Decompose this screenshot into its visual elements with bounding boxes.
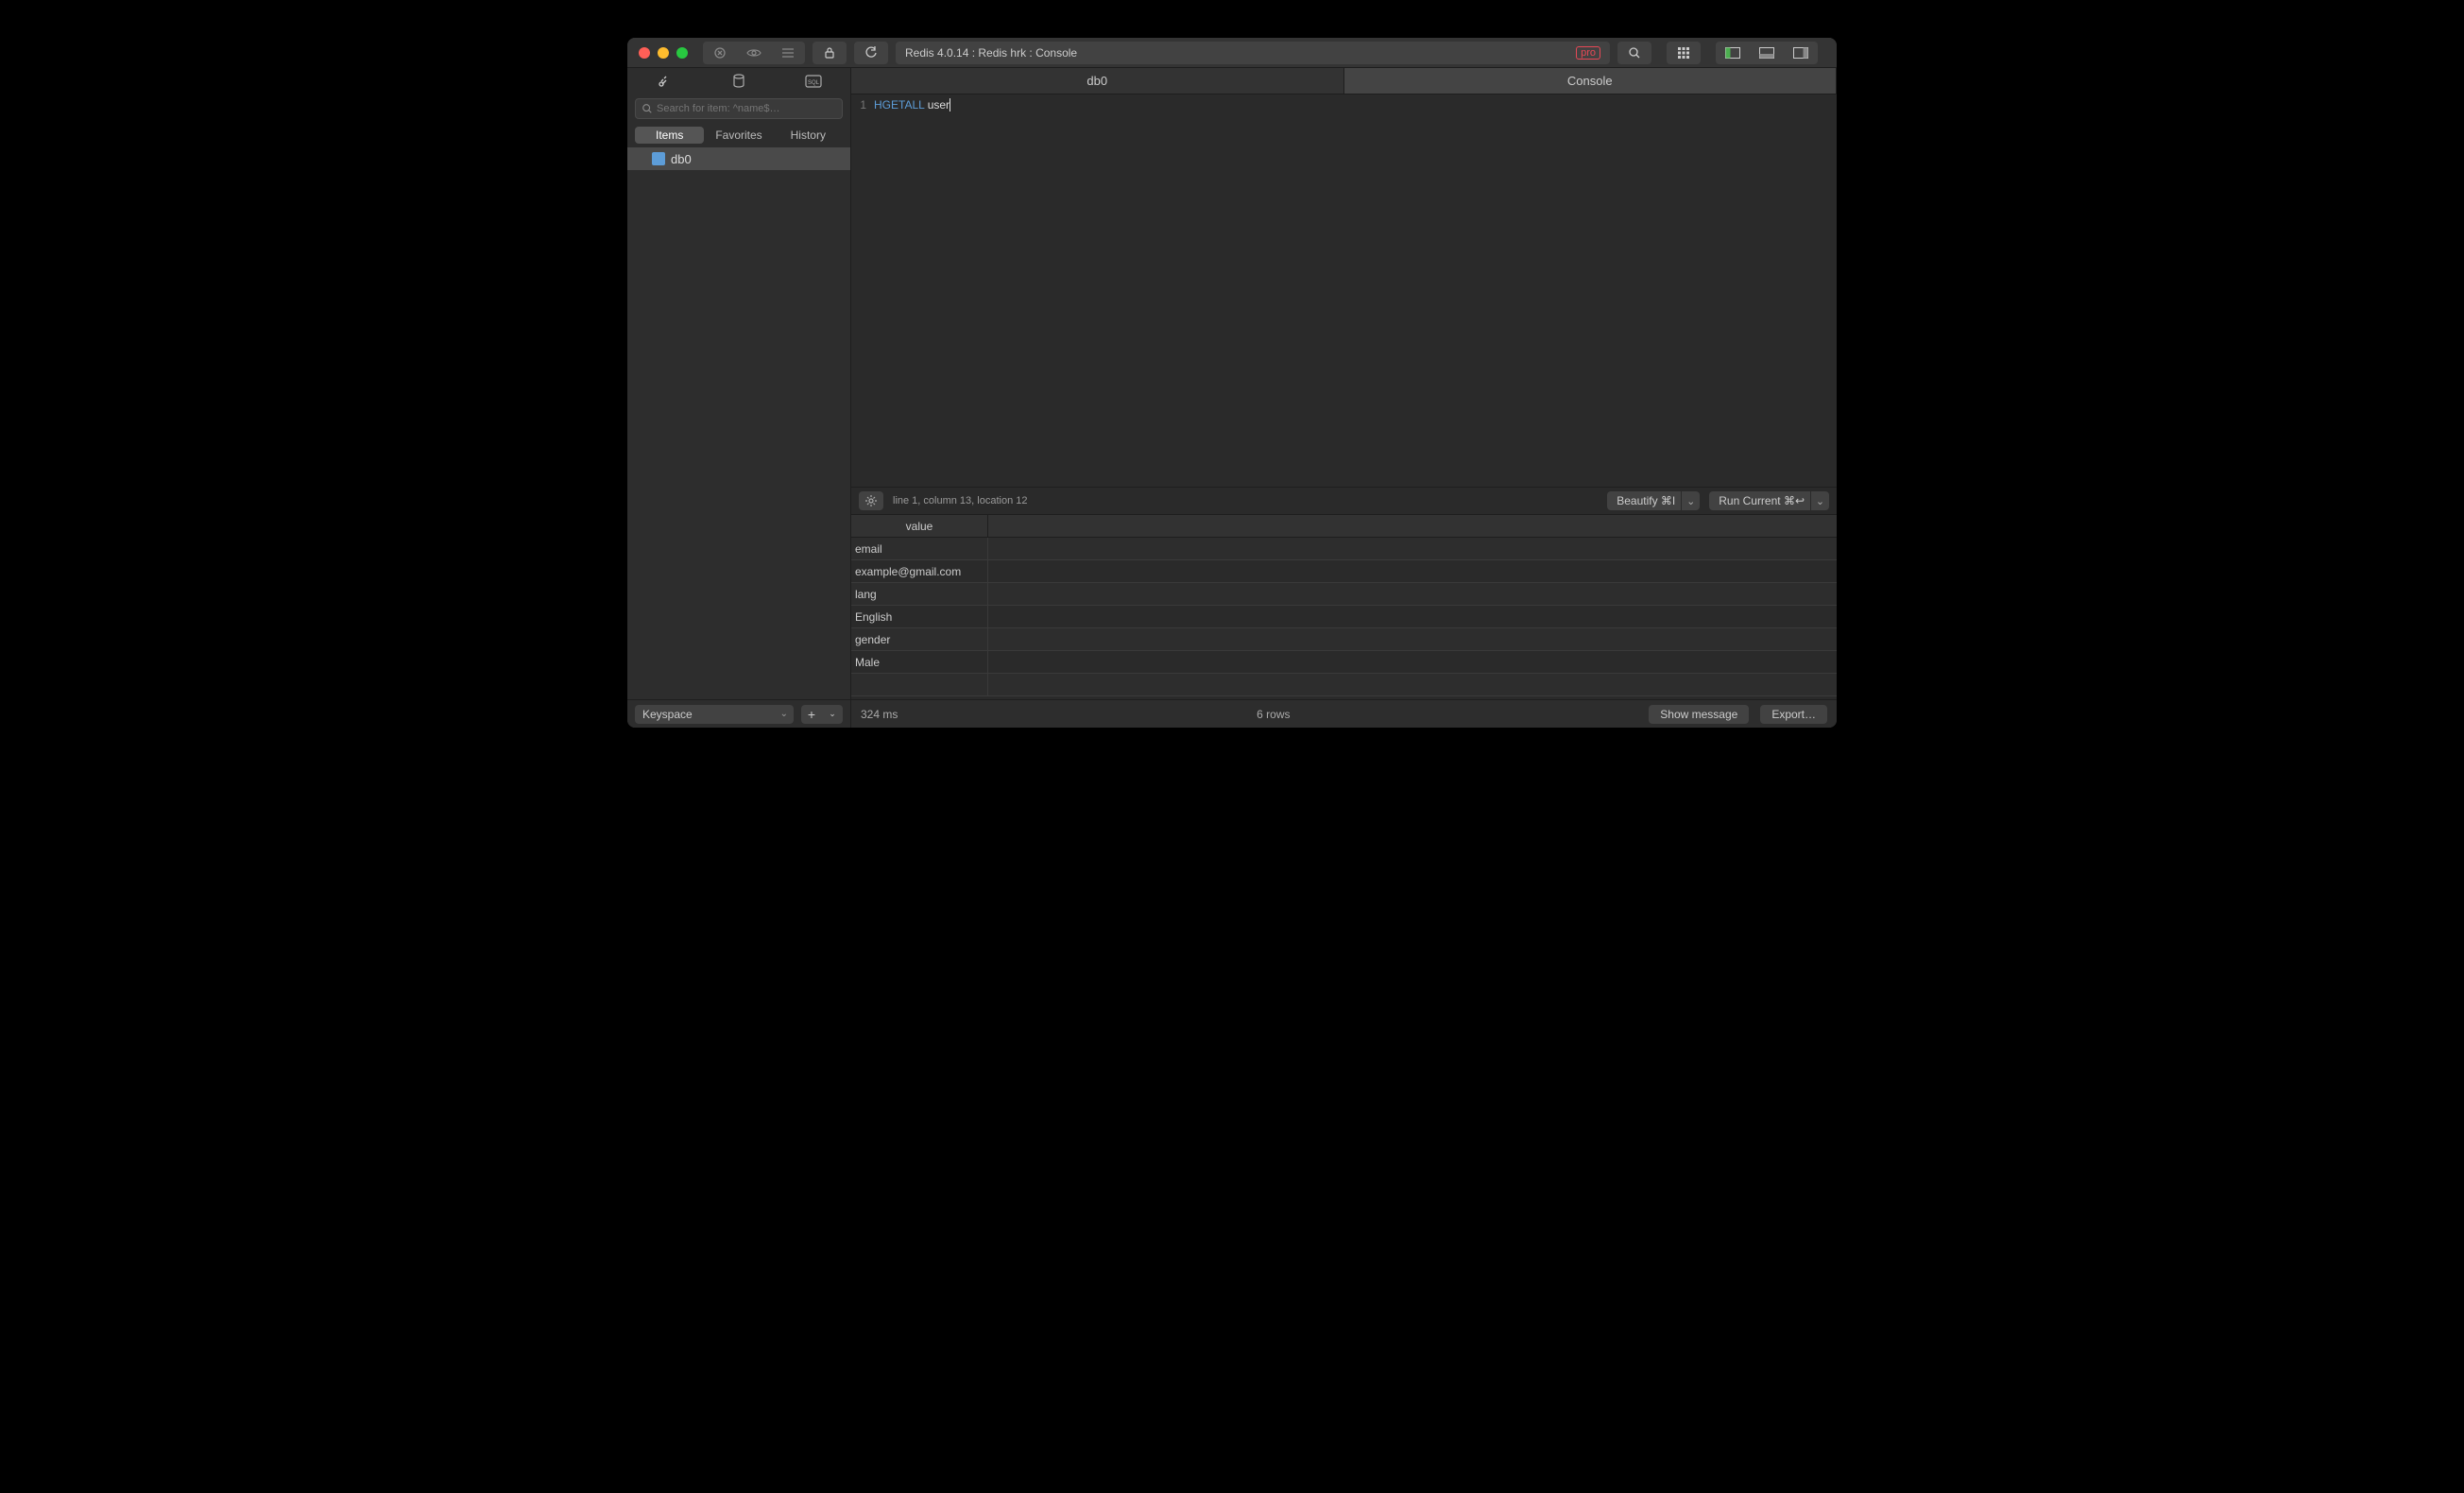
keyspace-select[interactable]: Keyspace: [635, 705, 794, 724]
cell: email: [851, 538, 988, 559]
layout-bottom-icon[interactable]: [1750, 42, 1784, 64]
tab-favorites[interactable]: Favorites: [704, 127, 773, 144]
keyword: HGETALL: [874, 98, 924, 112]
table-row[interactable]: email: [851, 538, 1837, 560]
editor-location: line 1, column 13, location 12: [893, 495, 1027, 506]
keyspace-select-label: Keyspace: [642, 708, 693, 721]
sidebar-item-db0[interactable]: db0: [627, 147, 850, 170]
titlebar-right: [1617, 42, 1825, 64]
content: db0 Console 1 HGETALL user line 1, colum…: [851, 68, 1837, 728]
results-body[interactable]: email example@gmail.com lang English gen…: [851, 538, 1837, 699]
sql-icon[interactable]: SQL: [776, 68, 850, 94]
code[interactable]: HGETALL user: [870, 94, 1837, 487]
close-window-button[interactable]: [639, 47, 650, 59]
table-row[interactable]: example@gmail.com: [851, 560, 1837, 583]
database-icon[interactable]: [702, 68, 777, 94]
search-input[interactable]: [657, 103, 836, 114]
cell: English: [851, 606, 988, 627]
gear-icon[interactable]: [859, 491, 883, 510]
app-window: Redis 4.0.14 : Redis hrk : Console pro: [627, 38, 1837, 728]
table-row[interactable]: Male: [851, 651, 1837, 674]
lock-icon[interactable]: [813, 42, 847, 64]
tab-console[interactable]: Console: [1344, 68, 1838, 94]
pro-badge: pro: [1576, 46, 1600, 60]
table-row[interactable]: English: [851, 606, 1837, 628]
editor-bar: line 1, column 13, location 12 Beautify …: [851, 487, 1837, 515]
code-arg: user: [928, 98, 950, 112]
beautify-button[interactable]: Beautify ⌘I: [1607, 491, 1685, 510]
layout-group: [1716, 42, 1818, 64]
sidebar-items: db0: [627, 147, 850, 699]
search-icon[interactable]: [1617, 42, 1651, 64]
beautify-dropdown[interactable]: ⌄: [1681, 491, 1700, 510]
cell: [851, 674, 988, 695]
results-header: value: [851, 515, 1837, 538]
add-dropdown[interactable]: ⌄: [822, 705, 843, 724]
results: value email example@gmail.com lang Engli…: [851, 515, 1837, 699]
traffic-lights: [639, 47, 688, 59]
results-header-value[interactable]: value: [851, 515, 988, 537]
layout-left-icon[interactable]: [1716, 42, 1750, 64]
table-row: [851, 674, 1837, 696]
sidebar-footer: Keyspace + ⌄: [627, 699, 850, 728]
editor[interactable]: 1 HGETALL user: [851, 94, 1837, 487]
cancel-icon[interactable]: [703, 42, 737, 64]
plug-icon[interactable]: [627, 68, 702, 94]
add-group: + ⌄: [801, 705, 843, 724]
cell: Male: [851, 651, 988, 673]
sidebar: SQL Items Favorites History db0 Key: [627, 68, 851, 728]
window-title: Redis 4.0.14 : Redis hrk : Console pro: [896, 42, 1610, 64]
minimize-window-button[interactable]: [658, 47, 669, 59]
window-title-text: Redis 4.0.14 : Redis hrk : Console: [905, 46, 1077, 60]
content-tabs: db0 Console: [851, 68, 1837, 94]
sidebar-search[interactable]: [635, 98, 843, 119]
status-elapsed: 324 ms: [861, 708, 898, 721]
cell: gender: [851, 628, 988, 650]
apps-icon[interactable]: [1667, 42, 1701, 64]
add-button[interactable]: +: [801, 705, 822, 724]
show-message-button[interactable]: Show message: [1649, 705, 1749, 724]
statusbar: 324 ms 6 rows Show message Export…: [851, 699, 1837, 728]
cell: lang: [851, 583, 988, 605]
maximize-window-button[interactable]: [676, 47, 688, 59]
status-rows: 6 rows: [909, 708, 1637, 721]
sidebar-item-label: db0: [671, 152, 692, 166]
run-button[interactable]: Run Current ⌘↩: [1709, 491, 1814, 510]
main: SQL Items Favorites History db0 Key: [627, 68, 1837, 728]
export-button[interactable]: Export…: [1760, 705, 1827, 724]
table-row[interactable]: gender: [851, 628, 1837, 651]
tab-items[interactable]: Items: [635, 127, 704, 144]
line-number: 1: [851, 98, 866, 112]
run-dropdown[interactable]: ⌄: [1810, 491, 1829, 510]
titlebar: Redis 4.0.14 : Redis hrk : Console pro: [627, 38, 1837, 68]
toolbar-group-1: [703, 42, 805, 64]
tab-db0[interactable]: db0: [851, 68, 1344, 94]
table-icon: [652, 152, 665, 165]
sidebar-tabs: Items Favorites History: [635, 127, 843, 144]
gutter: 1: [851, 94, 870, 487]
refresh-icon[interactable]: [854, 42, 888, 64]
svg-text:SQL: SQL: [808, 80, 820, 86]
layout-right-icon[interactable]: [1784, 42, 1818, 64]
cell: example@gmail.com: [851, 560, 988, 582]
results-header-empty: [988, 515, 1837, 537]
eye-icon[interactable]: [737, 42, 771, 64]
tab-history[interactable]: History: [774, 127, 843, 144]
list-icon[interactable]: [771, 42, 805, 64]
sidebar-icon-tabs: SQL: [627, 68, 850, 94]
table-row[interactable]: lang: [851, 583, 1837, 606]
